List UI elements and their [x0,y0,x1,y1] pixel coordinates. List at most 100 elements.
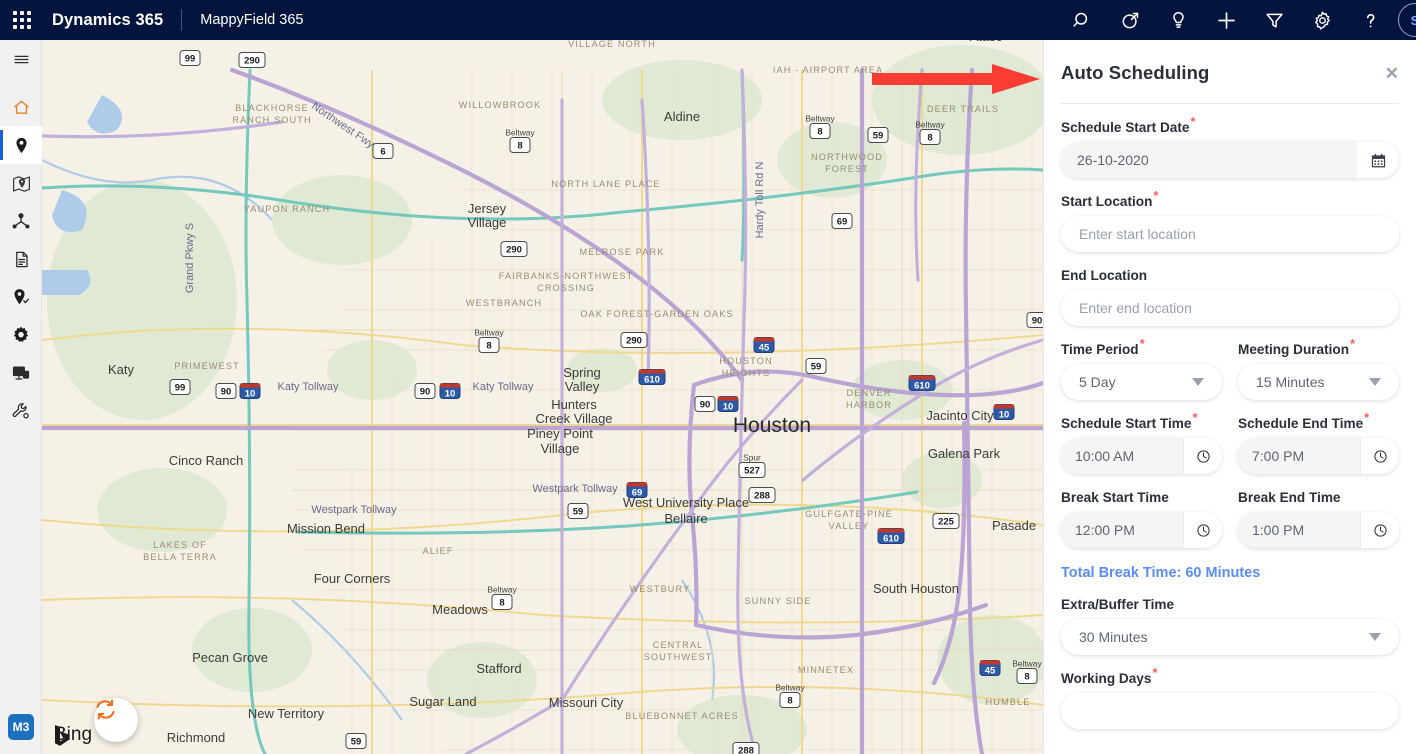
sidebar-item-reports[interactable] [0,240,42,278]
svg-text:8: 8 [1024,672,1029,683]
close-icon[interactable]: ✕ [1385,65,1399,82]
start-location-input-wrap[interactable] [1061,216,1399,252]
route-shield: 45 [753,337,775,353]
help-icon[interactable] [1346,0,1394,40]
map-label: HEIGHTS [722,368,771,378]
route-shield: 59 [567,503,589,519]
map-label: Katy [108,362,135,377]
refresh-button[interactable] [94,698,138,742]
panel-title: Auto Scheduling [1061,62,1210,83]
route-shield: 610 [877,528,905,544]
map-label: Hunters [551,397,597,412]
clock-icon[interactable] [1361,523,1399,538]
svg-text:69: 69 [837,217,848,228]
schedule-start-date-value[interactable]: 26-10-2020 [1061,142,1357,178]
map-label: Galena Park [928,446,1001,461]
sidebar-item-routes[interactable] [0,202,42,240]
map-label: LAKES OF [153,540,207,550]
search-icon[interactable] [1058,0,1106,40]
route-shield: 69 [831,213,853,229]
field-schedule-start-time: Schedule Start Time* 10:00 AM [1061,410,1222,474]
sidebar-item-menu[interactable] [0,40,42,78]
route-shield: 10 [239,383,261,399]
break-start-time-wrap[interactable]: 12:00 PM [1061,512,1222,548]
panel-divider [1061,103,1399,104]
schedule-start-date-input-wrap[interactable]: 26-10-2020 [1061,142,1399,178]
svg-text:8: 8 [499,598,504,609]
map-label: BELLA TERRA [143,552,217,562]
map-label: Jacinto City [926,408,994,423]
end-location-input-wrap[interactable] [1061,290,1399,326]
break-end-time-value[interactable]: 1:00 PM [1238,512,1361,548]
map-label: Aldine [664,109,700,124]
svg-text:Spur: Spur [743,453,761,463]
clock-icon[interactable] [1184,449,1222,464]
app-name-label[interactable]: MappyField 365 [200,12,303,28]
map-canvas[interactable]: .mland { fill:#f6f1e7; } .mgreen { fill:… [42,40,1043,754]
avatar[interactable]: S [1398,3,1416,37]
working-days-select[interactable] [1061,693,1399,729]
svg-text:59: 59 [873,131,884,142]
plus-icon[interactable] [1202,0,1250,40]
route-shield: 10 [439,383,461,399]
schedule-start-time-wrap[interactable]: 10:00 AM [1061,438,1222,474]
schedule-start-time-value[interactable]: 10:00 AM [1061,438,1184,474]
field-start-location: Start Location* [1061,189,1399,252]
extra-buffer-time-select[interactable]: 30 Minutes [1061,619,1399,655]
lightbulb-icon[interactable] [1154,0,1202,40]
label-schedule-start-time: Schedule Start Time* [1061,410,1198,431]
map-label: Westpark Tollway [532,483,618,495]
sidebar-item-home[interactable] [0,88,42,126]
break-start-time-value[interactable]: 12:00 PM [1061,512,1184,548]
map-label: IAH - AIRPORT AREA [773,65,883,75]
map-label: OAK FOREST-GARDEN OAKS [580,309,733,319]
meeting-duration-select[interactable]: 15 Minutes [1238,364,1399,400]
m3-badge[interactable]: M3 [8,714,34,740]
svg-text:10: 10 [999,409,1010,420]
sidebar-item-check-in[interactable] [0,278,42,316]
svg-text:10: 10 [723,401,734,412]
sidebar-item-configuration[interactable] [0,392,42,430]
row-time-period-meeting-duration: Time Period* 5 Day Meeting Duration* 15 … [1061,337,1399,400]
sidebar-item-map[interactable] [0,126,42,164]
map-graphics: .mland { fill:#f6f1e7; } .mgreen { fill:… [42,40,1043,754]
filter-icon[interactable] [1250,0,1298,40]
app-launcher-icon[interactable] [0,0,44,40]
map-label: ALIEF [422,546,453,556]
svg-text:8: 8 [486,341,491,352]
map-label: Sugar Land [409,694,476,709]
clock-icon[interactable] [1184,523,1222,538]
break-end-time-wrap[interactable]: 1:00 PM [1238,512,1399,548]
schedule-end-time-value[interactable]: 7:00 PM [1238,438,1361,474]
sidebar-item-dashboard[interactable] [0,354,42,392]
brand-title[interactable]: Dynamics 365 [44,11,163,30]
start-location-input[interactable] [1079,216,1381,252]
svg-text:Beltway: Beltway [915,120,945,130]
svg-text:8: 8 [817,127,822,138]
chevron-down-icon [1369,378,1381,386]
calendar-icon[interactable] [1357,142,1399,178]
chevron-down-icon [1369,633,1381,641]
sidebar-item-settings[interactable] [0,316,42,354]
clock-icon[interactable] [1361,449,1399,464]
map-label: CENTRAL [653,640,704,650]
gear-icon[interactable] [1298,0,1346,40]
map-label: Spring [563,365,601,380]
svg-text:610: 610 [644,374,660,385]
map-label: Bellaire [664,511,707,526]
end-location-input[interactable] [1079,290,1381,326]
svg-text:45: 45 [759,342,770,353]
schedule-end-time-wrap[interactable]: 7:00 PM [1238,438,1399,474]
time-period-select[interactable]: 5 Day [1061,364,1222,400]
svg-text:10: 10 [445,388,456,399]
svg-text:527: 527 [744,466,760,477]
route-shield: 90 [215,383,237,399]
route-shield: 290 [620,332,648,348]
sidebar-item-territory-map[interactable] [0,164,42,202]
map-label: NORTH LANE PLACE [551,179,660,189]
map-label: YAUPON RANCH [244,204,331,214]
svg-text:290: 290 [506,245,522,256]
assistant-icon[interactable] [1106,0,1154,40]
svg-text:59: 59 [573,507,584,518]
svg-text:Beltway: Beltway [474,328,504,338]
